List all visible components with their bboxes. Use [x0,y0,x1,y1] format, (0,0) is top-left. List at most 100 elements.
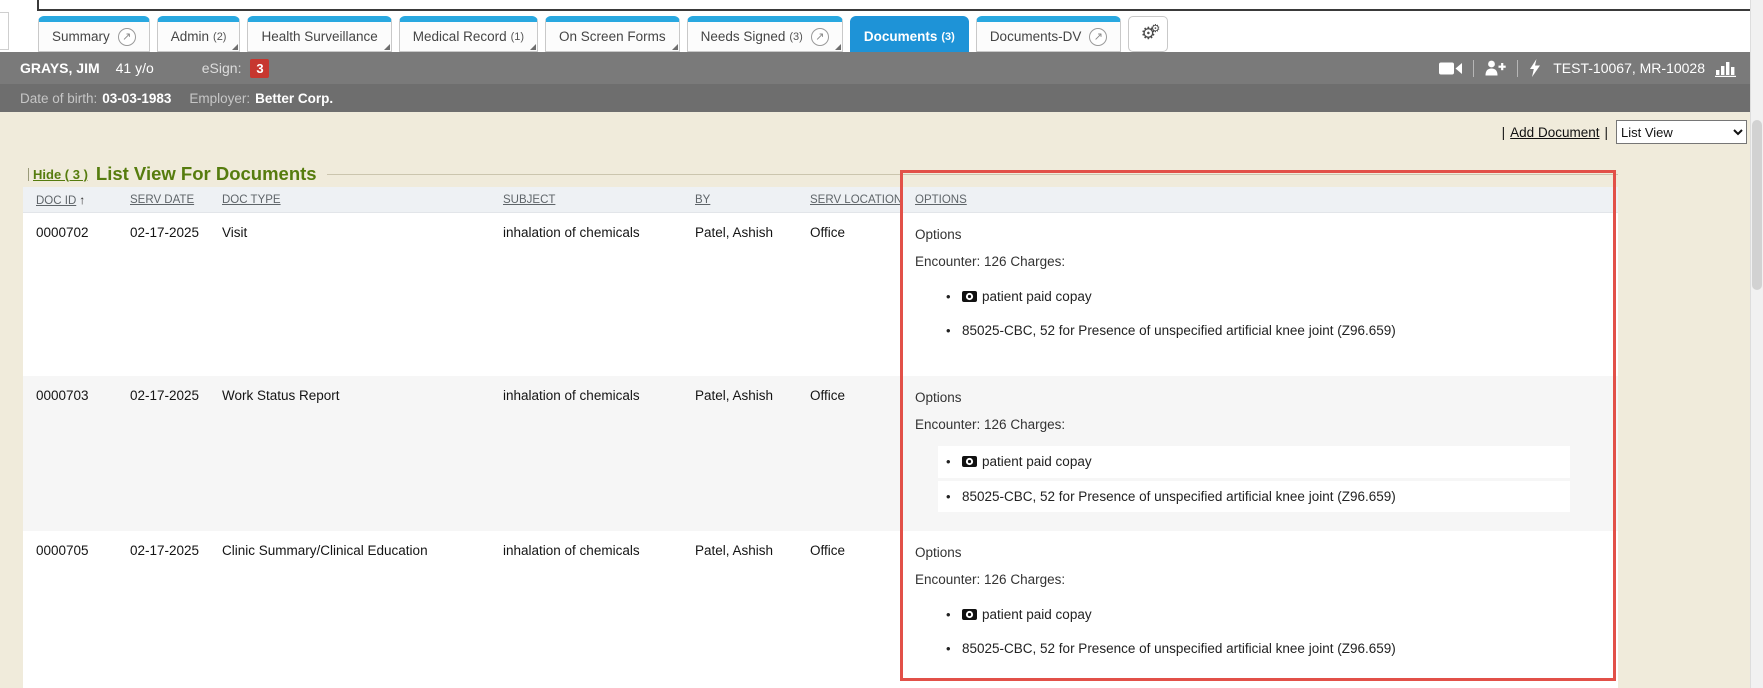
column-header-doc-type[interactable]: DOC TYPE [209,194,490,206]
tab-count: (1) [511,31,524,43]
column-header-options[interactable]: OPTIONS [902,194,1618,206]
tab-admin[interactable]: Admin (2) [157,16,241,52]
tab-label: Health Surveillance [261,29,377,44]
options-encounter: Encounter: 126 Charges: [915,417,1618,432]
column-header-subject[interactable]: SUBJECT [490,194,682,206]
vertical-scrollbar[interactable] [1750,0,1763,688]
cell-doc-id: 0000705 [23,531,117,558]
options-encounter: Encounter: 126 Charges: [915,572,1618,587]
fieldset-tick [28,168,29,181]
table-header-row: DOC ID↑ SERV DATE DOC TYPE SUBJECT BY SE… [23,187,1618,213]
dob-label: Date of birth: [20,91,97,106]
tab-health-surveillance[interactable]: Health Surveillance [247,16,391,52]
tab-medical-record[interactable]: Medical Record (1) [399,16,538,52]
gear-icon: ⚙ [1150,22,1160,35]
patient-subheader-bar: Date of birth: 03-03-1983 Employer: Bett… [0,84,1750,112]
hide-link[interactable]: Hide ( 3 ) [33,167,88,182]
cell-doc-type: Clinic Summary/Clinical Education [209,531,490,558]
add-document-link[interactable]: Add Document [1510,125,1599,140]
tab-documents[interactable]: Documents (3) [850,16,969,52]
patient-name: GRAYS, JIM [20,60,100,76]
popout-icon[interactable]: ↗ [811,28,829,46]
esign-label: eSign: [202,60,242,76]
collapsed-panel-handle[interactable] [0,12,9,50]
cell-serv-date: 02-17-2025 [117,376,209,403]
tab-label: Documents-DV [990,29,1082,44]
table-row[interactable]: 0000703 02-17-2025 Work Status Report in… [23,376,1618,531]
column-header-serv-date[interactable]: SERV DATE [117,194,209,206]
column-header-doc-id[interactable]: DOC ID↑ [23,193,117,207]
tab-label: Needs Signed [701,29,786,44]
options-list: patient paid copay 85025-CBC, 52 for Pre… [915,446,1570,512]
cell-options: Options Encounter: 126 Charges: patient … [902,213,1618,356]
money-icon [962,455,977,470]
tab-count: (3) [789,31,802,43]
cell-by: Patel, Ashish [682,376,797,403]
options-title: Options [915,390,1618,405]
options-list: patient paid copay 85025-CBC, 52 for Pre… [915,607,1570,656]
options-title: Options [915,227,1618,242]
cell-serv-date: 02-17-2025 [117,531,209,558]
cell-serv-location: Office [797,376,902,403]
employer-label: Employer: [189,91,250,106]
cell-doc-type: Visit [209,213,490,240]
column-header-by[interactable]: BY [682,194,797,206]
view-mode-select[interactable]: List View [1616,120,1747,144]
tab-label: On Screen Forms [559,29,666,44]
list-item: patient paid copay [938,446,1570,478]
divider [1473,60,1474,77]
page-title: List View For Documents [96,163,317,185]
popout-icon[interactable]: ↗ [118,28,136,46]
tab-count: (2) [213,31,226,43]
popout-icon[interactable]: ↗ [1089,28,1107,46]
tab-settings-button[interactable]: ⚙ ⚙ [1128,16,1168,52]
bar-chart-icon[interactable] [1715,60,1736,77]
divider: | [1604,125,1608,140]
cell-serv-location: Office [797,531,902,558]
tab-label: Admin [171,29,209,44]
patient-ids: TEST-10067, MR-10028 [1553,60,1705,76]
tab-label: Summary [52,29,110,44]
cell-doc-id: 0000702 [23,213,117,240]
tab-count: (3) [941,31,954,43]
cell-subject: inhalation of chemicals [490,531,682,558]
cell-doc-id: 0000703 [23,376,117,403]
tab-needs-signed[interactable]: Needs Signed (3) ↗ [687,16,843,52]
employer-value: Better Corp. [255,91,333,106]
tab-bar: Summary ↗ Admin (2) Health Surveillance … [38,10,1168,52]
table-row[interactable]: 0000705 02-17-2025 Clinic Summary/Clinic… [23,531,1618,688]
list-item: patient paid copay [938,607,1570,623]
scrollbar-thumb[interactable] [1752,120,1762,290]
money-icon [962,290,977,305]
column-header-serv-location[interactable]: SERV LOCATION [797,194,902,206]
money-icon [962,608,977,623]
cell-by: Patel, Ashish [682,213,797,240]
cell-options: Options Encounter: 126 Charges: patient … [902,376,1618,515]
add-user-icon[interactable] [1485,60,1506,76]
video-camera-icon[interactable] [1439,61,1462,76]
tab-label: Documents [864,29,938,44]
divider: | [1502,125,1506,140]
lightning-icon[interactable] [1529,59,1541,77]
list-view-legend: Hide ( 3 ) List View For Documents [28,163,1618,185]
cell-by: Patel, Ashish [682,531,797,558]
tab-summary[interactable]: Summary ↗ [38,16,150,52]
tab-documents-dv[interactable]: Documents-DV ↗ [976,16,1122,52]
cell-subject: inhalation of chemicals [490,213,682,240]
table-row[interactable]: 0000702 02-17-2025 Visit inhalation of c… [23,213,1618,376]
list-item: patient paid copay [938,289,1570,305]
options-list: patient paid copay 85025-CBC, 52 for Pre… [915,289,1570,338]
cell-serv-date: 02-17-2025 [117,213,209,240]
cell-subject: inhalation of chemicals [490,376,682,403]
tab-on-screen-forms[interactable]: On Screen Forms [545,16,680,52]
options-title: Options [915,545,1618,560]
cell-doc-type: Work Status Report [209,376,490,403]
esign-count-badge[interactable]: 3 [250,59,269,78]
patient-age: 41 y/o [116,60,154,76]
document-toolbar: | Add Document | List View [1497,120,1747,144]
dob-value: 03-03-1983 [102,91,171,106]
fieldset-rule [327,174,1618,175]
list-item: 85025-CBC, 52 for Presence of unspecifie… [938,481,1570,512]
documents-table: DOC ID↑ SERV DATE DOC TYPE SUBJECT BY SE… [23,187,1618,688]
list-item: 85025-CBC, 52 for Presence of unspecifie… [938,641,1570,656]
